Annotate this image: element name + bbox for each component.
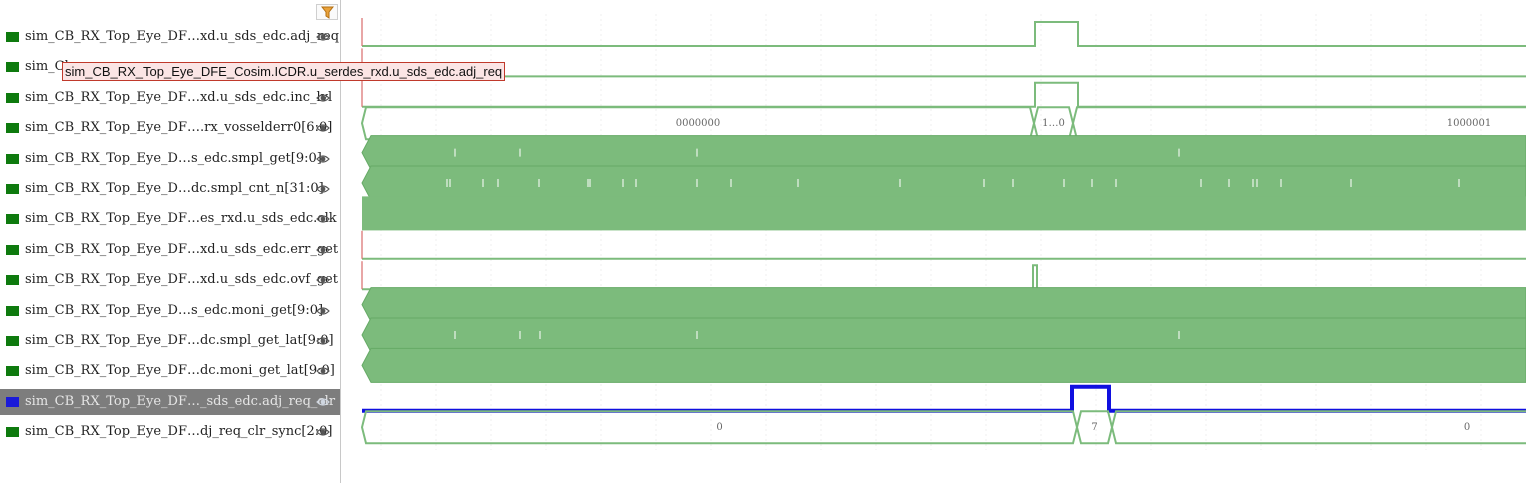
signal-name: sim_CB_RX_Top_Eye_DF…xd.u_sds_edc.adj_re… bbox=[25, 29, 340, 44]
signal-row[interactable]: sim_CB_RX_Top_Eye_DF…xd.u_sds_edc.ovf_ge… bbox=[0, 267, 340, 293]
eye-icon[interactable] bbox=[316, 91, 330, 105]
signal-name: sim_CB_RX_Top_Eye_DF…dj_req_clr_sync[2:0… bbox=[25, 424, 333, 440]
signal-color-swatch bbox=[6, 305, 19, 316]
signal-name: sim_CB_RX_Top_Eye_D…s_edc.moni_get[9:0] bbox=[25, 302, 324, 318]
signal-row[interactable]: sim_CB_RX_Top_Eye_D…s_edc.smpl_get[9:0] bbox=[0, 146, 340, 172]
signal-color-swatch bbox=[6, 62, 19, 73]
bus-value: 1…0 bbox=[1042, 118, 1065, 129]
eye-icon[interactable] bbox=[316, 152, 330, 166]
signal-name: sim_CB_RX_Top_Eye_DF…xd.u_sds_edc.ovf_ge… bbox=[25, 272, 338, 288]
eye-icon[interactable] bbox=[316, 304, 330, 318]
wave-adj-req bbox=[362, 21, 1526, 47]
waveform-viewer: sim_CB_RX_Top_Eye_DF…xd.u_sds_edc.adj_re… bbox=[0, 0, 1526, 483]
bus-value: 7 bbox=[1091, 422, 1097, 433]
signal-row[interactable]: sim_CB_RX_Top_Eye_DF…xd.u_sds_edc.inc_lv… bbox=[0, 85, 340, 111]
signal-row[interactable]: sim_CB_RX_Top_Eye_DF…xd.u_sds_edc.adj_re… bbox=[0, 24, 340, 50]
signal-row[interactable]: sim_CB_RX_Top_Eye_DF…xd.u_sds_edc.err_ge… bbox=[0, 237, 340, 263]
eye-icon[interactable] bbox=[316, 273, 330, 287]
signal-tooltip: sim_CB_RX_Top_Eye_DFE_Cosim.ICDR.u_serde… bbox=[62, 62, 506, 81]
eye-icon[interactable] bbox=[316, 364, 330, 378]
eye-icon[interactable] bbox=[316, 243, 330, 257]
signal-row[interactable]: sim_CB_RX_Top_Eye_DF…es_rxd.u_sds_edc.cl… bbox=[0, 206, 340, 232]
wave-smpl-get-lat bbox=[361, 317, 1526, 353]
signal-row[interactable]: sim_CB_RX_Top_Eye_DF….rx_vosselderr0[6:0… bbox=[0, 115, 340, 141]
signal-row[interactable]: sim_CB_RX_Top_Eye_DF…_sds_edc.adj_req_cl… bbox=[0, 388, 340, 415]
filter-button[interactable] bbox=[316, 4, 338, 20]
bus-value: 1000001 bbox=[1447, 118, 1492, 129]
waveform-canvas[interactable]: 0000000 1…0 1000001 0 7 0 bbox=[341, 0, 1526, 483]
wave-smpl-get bbox=[361, 135, 1526, 171]
signal-row[interactable]: sim_CB_RX_Top_Eye_DF…dc.moni_get_lat[9:0… bbox=[0, 358, 340, 384]
signal-name: sim_CB_RX_Top_Eye_D…dc.smpl_cnt_n[31:0] bbox=[25, 181, 324, 196]
wave-moni-get bbox=[361, 287, 1526, 323]
filter-icon bbox=[321, 6, 334, 19]
signal-name: sim_CB_RX_Top_Eye_DF…es_rxd.u_sds_edc.cl… bbox=[25, 211, 337, 227]
signal-color-swatch bbox=[6, 153, 19, 164]
wave-inc-lvl bbox=[362, 81, 1526, 108]
signal-row[interactable]: sim_CB_RX_Top_Eye_DF…dc.smpl_get_lat[9:0… bbox=[0, 328, 340, 354]
signal-color-swatch bbox=[6, 396, 19, 407]
signal-name: sim_CB_RX_Top_Eye_DF…dc.smpl_get_lat[9:0… bbox=[25, 333, 334, 348]
bus-value: 0000000 bbox=[676, 118, 721, 129]
eye-icon[interactable] bbox=[316, 121, 330, 135]
signal-color-swatch bbox=[6, 184, 19, 194]
signal-color-swatch bbox=[6, 92, 19, 103]
eye-icon[interactable] bbox=[316, 212, 330, 226]
signal-color-swatch bbox=[6, 123, 19, 134]
signal-name: sim_CB_RX_Top_Eye_DF…xd.u_sds_edc.err_ge… bbox=[25, 241, 339, 257]
signal-row[interactable]: sim_CB_RX_Top_Eye_D…s_edc.moni_get[9:0] bbox=[0, 298, 340, 324]
signal-name: sim_CB_RX_Top_Eye_DF…_sds_edc.adj_req_cl… bbox=[25, 393, 336, 409]
bus-value: 0 bbox=[1464, 422, 1470, 433]
signal-color-swatch bbox=[6, 244, 19, 255]
signal-color-swatch bbox=[6, 366, 19, 377]
bus-value: 0 bbox=[716, 422, 722, 433]
signal-name: sim_CB_RX_Top_Eye_DF…dc.moni_get_lat[9:0… bbox=[25, 363, 335, 379]
signal-color-swatch bbox=[6, 427, 19, 438]
signal-row[interactable]: sim_CB_RX_Top_Eye_DF…dj_req_clr_sync[2:0… bbox=[0, 419, 340, 445]
eye-icon[interactable] bbox=[316, 395, 330, 409]
wave-adj-req-clr bbox=[362, 384, 1526, 413]
signal-row[interactable]: sim_CB_RX_Top_Eye_D…dc.smpl_cnt_n[31:0] bbox=[0, 176, 340, 202]
eye-icon[interactable] bbox=[316, 425, 330, 439]
wave-moni-get-lat bbox=[361, 347, 1526, 383]
signal-color-swatch bbox=[6, 275, 19, 286]
signal-name: sim_CB_RX_Top_Eye_D…s_edc.smpl_get[9:0] bbox=[25, 150, 322, 166]
wave-clk bbox=[362, 196, 1526, 231]
signal-color-swatch bbox=[6, 32, 19, 42]
signal-name: sim_CB_RX_Top_Eye_DF….rx_vosselderr0[6:0… bbox=[25, 120, 333, 136]
signal-name: sim_CB_RX_Top_Eye_DF…xd.u_sds_edc.inc_lv… bbox=[25, 89, 333, 105]
signal-color-swatch bbox=[6, 214, 19, 225]
eye-icon[interactable] bbox=[316, 334, 330, 348]
eye-icon[interactable] bbox=[316, 182, 330, 196]
wave-ovf-get bbox=[362, 264, 1526, 291]
eye-icon[interactable] bbox=[316, 30, 330, 44]
signal-color-swatch bbox=[6, 336, 19, 346]
